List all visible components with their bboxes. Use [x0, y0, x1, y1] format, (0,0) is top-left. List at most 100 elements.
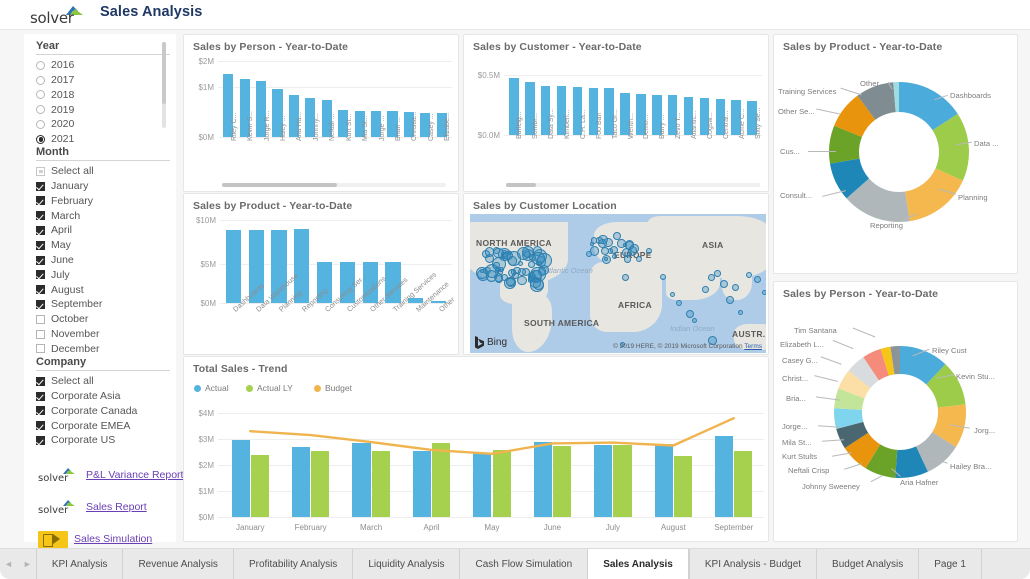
company-option-emea[interactable]: Corporate EMEA: [36, 418, 176, 433]
map-bubble[interactable]: [692, 318, 697, 323]
visual-sales-by-person-bar[interactable]: Sales by Person - Year-to-Date $1M $2M $…: [183, 34, 459, 192]
map-bubble[interactable]: [726, 296, 734, 304]
map-bubble[interactable]: [720, 280, 728, 288]
checkbox-checked-icon: [36, 270, 45, 279]
budget-line-series: [220, 413, 764, 517]
visual-sales-by-product-donut[interactable]: Sales by Product - Year-to-Date Dashboar…: [773, 34, 1018, 274]
month-option-august[interactable]: August: [36, 282, 176, 297]
map-canvas[interactable]: NORTH AMERICA EUROPE ASIA AFRICA SOUTH A…: [470, 214, 766, 353]
y-axis-tick: $10M: [186, 216, 216, 225]
x-axis-label: May: [462, 523, 522, 532]
year-option-2021[interactable]: 2021: [36, 132, 176, 147]
x-axis-label: January: [220, 523, 280, 532]
legend-actual-ly[interactable]: Actual LY: [246, 383, 293, 393]
month-slicer: Month Select all January February March …: [36, 146, 176, 356]
horizontal-scrollbar[interactable]: [506, 183, 760, 187]
map-bubble[interactable]: [591, 237, 598, 244]
month-option-november[interactable]: November: [36, 327, 176, 342]
solver-logo-text: solver: [30, 9, 74, 27]
company-option-select-all[interactable]: Select all: [36, 374, 176, 389]
month-option-may[interactable]: May: [36, 238, 176, 253]
donut-label: Elizabeth L...: [780, 340, 824, 349]
map-bubble[interactable]: [517, 247, 530, 260]
visual-sales-by-person-donut[interactable]: Sales by Person - Year-to-Date Riley Cus…: [773, 281, 1018, 542]
map-bubble[interactable]: [530, 278, 541, 289]
map-bubble[interactable]: [586, 251, 592, 257]
map-bubble[interactable]: [676, 300, 682, 306]
donut-label: Christ...: [782, 374, 808, 383]
map-bubble[interactable]: [630, 244, 639, 253]
year-option-2019[interactable]: 2019: [36, 102, 176, 117]
visual-sales-by-product-bar[interactable]: Sales by Product - Year-to-Date $10M $5M…: [183, 193, 459, 355]
visual-sales-by-customer-bar[interactable]: Sales by Customer - Year-to-Date $0.5M $…: [463, 34, 769, 192]
legend-actual[interactable]: Actual: [194, 383, 229, 393]
map-terms-link[interactable]: Terms: [744, 343, 762, 350]
month-option-october[interactable]: October: [36, 312, 176, 327]
year-slicer-title: Year: [36, 40, 170, 55]
tab-next-button[interactable]: ►: [23, 559, 32, 569]
solver-logo-text: solver: [38, 473, 68, 484]
map-bubble[interactable]: [754, 276, 761, 283]
year-slicer-scrollbar[interactable]: [162, 42, 166, 128]
link-sales-simulation[interactable]: Sales Simulation: [38, 528, 178, 550]
link-pl-variance-report[interactable]: solver P&L Variance Report: [38, 464, 178, 486]
x-axis-label: Central...: [723, 111, 730, 139]
month-option-january[interactable]: January: [36, 179, 176, 194]
map-bubble[interactable]: [732, 284, 739, 291]
visual-sales-by-customer-location-map[interactable]: Sales by Customer Location NORTH AMERICA…: [463, 193, 769, 355]
map-bubble[interactable]: [493, 248, 504, 259]
report-links: solver P&L Variance Report solver Sales …: [38, 454, 178, 550]
month-option-february[interactable]: February: [36, 194, 176, 209]
donut-leader-line: [808, 151, 836, 152]
map-bubble[interactable]: [517, 276, 526, 285]
map-bubble[interactable]: [508, 256, 518, 266]
donut-label: Kurt Stults: [782, 452, 817, 461]
tab-kpi-analysis[interactable]: KPI Analysis: [36, 549, 123, 579]
x-axis-label: September: [704, 523, 764, 532]
month-option-march[interactable]: March: [36, 208, 176, 223]
tab-prev-button[interactable]: ◄: [4, 559, 13, 569]
map-attribution-text: © 2019 HERE, © 2019 Microsoft Corporatio…: [613, 343, 743, 350]
legend-budget[interactable]: Budget: [314, 383, 352, 393]
donut-label: Neftali Crisp: [788, 466, 829, 475]
year-option-2018[interactable]: 2018: [36, 88, 176, 103]
map-bubble[interactable]: [613, 232, 621, 240]
year-option-2020[interactable]: 2020: [36, 117, 176, 132]
legend-swatch: [246, 385, 253, 392]
company-option-us[interactable]: Corporate US: [36, 433, 176, 448]
tab-cash-flow-simulation[interactable]: Cash Flow Simulation: [459, 549, 587, 579]
x-axis-label: Jorge R...: [264, 111, 271, 141]
month-option-july[interactable]: July: [36, 268, 176, 283]
tab-sales-analysis[interactable]: Sales Analysis: [587, 549, 689, 579]
map-bubble[interactable]: [702, 286, 709, 293]
visual-title: Sales by Product - Year-to-Date: [783, 41, 942, 53]
x-axis-label: Burleig...: [516, 111, 523, 139]
map-bubble[interactable]: [714, 270, 721, 277]
company-option-asia[interactable]: Corporate Asia: [36, 389, 176, 404]
month-option-december[interactable]: December: [36, 342, 176, 357]
map-bubble[interactable]: [738, 310, 743, 315]
map-bubble[interactable]: [622, 274, 629, 281]
tab-page-1[interactable]: Page 1: [918, 549, 981, 579]
month-option-june[interactable]: June: [36, 253, 176, 268]
y-axis-tick: $2M: [186, 461, 214, 470]
bar[interactable]: [226, 230, 241, 303]
month-option-september[interactable]: September: [36, 297, 176, 312]
tab-kpi-analysis-budget[interactable]: KPI Analysis - Budget: [689, 549, 816, 579]
horizontal-scrollbar[interactable]: [222, 183, 446, 187]
tab-liquidity-analysis[interactable]: Liquidity Analysis: [352, 549, 459, 579]
company-option-canada[interactable]: Corporate Canada: [36, 404, 176, 419]
checkbox-partial-icon: [36, 167, 45, 176]
tab-budget-analysis[interactable]: Budget Analysis: [816, 549, 918, 579]
year-option-2017[interactable]: 2017: [36, 73, 176, 88]
visual-total-sales-trend[interactable]: Total Sales - Trend Actual Actual LY Bud…: [183, 356, 769, 542]
year-option-2016[interactable]: 2016: [36, 58, 176, 73]
tab-profitability-analysis[interactable]: Profitability Analysis: [233, 549, 352, 579]
month-option-select-all[interactable]: Select all: [36, 164, 176, 179]
month-option-april[interactable]: April: [36, 223, 176, 238]
map-bubble[interactable]: [762, 290, 766, 295]
year-slicer: Year 2016 2017 2018 2019 2020 2021: [36, 40, 176, 147]
x-axis-label: Jorge ...: [379, 116, 386, 141]
link-sales-report[interactable]: solver Sales Report: [38, 496, 178, 518]
tab-revenue-analysis[interactable]: Revenue Analysis: [122, 549, 233, 579]
